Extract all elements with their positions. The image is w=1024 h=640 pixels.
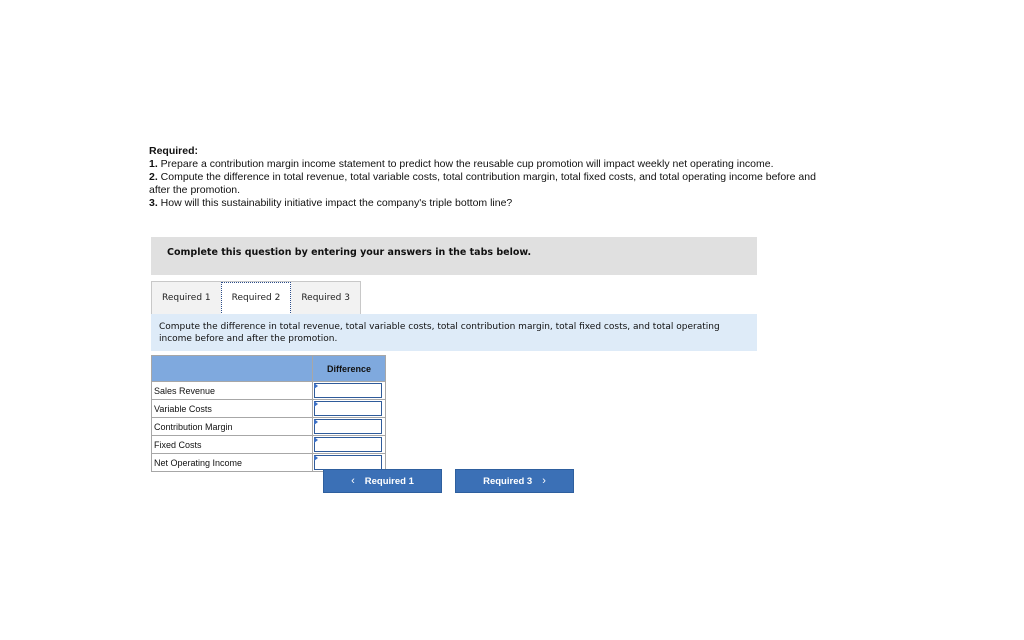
item-text: Prepare a contribution margin income sta… [157, 158, 774, 170]
value-cell [312, 381, 386, 400]
header-label-cell [151, 355, 313, 382]
input-marker-icon [314, 419, 318, 425]
sales-revenue-difference-input[interactable] [314, 383, 382, 398]
value-cell [312, 435, 386, 454]
instruction-text: Compute the difference in total revenue,… [159, 322, 720, 344]
required-item-1: 1. Prepare a contribution margin income … [149, 158, 819, 171]
instructions-banner: Complete this question by entering your … [151, 237, 757, 275]
input-marker-icon [314, 383, 318, 389]
input-marker-icon [314, 401, 318, 407]
value-cell [312, 399, 386, 418]
variable-costs-difference-input[interactable] [314, 401, 382, 416]
row-label-net-operating-income: Net Operating Income [151, 453, 313, 472]
tab-required-3[interactable]: Required 3 [291, 282, 360, 315]
required-item-2: 2. Compute the difference in total reven… [149, 171, 819, 197]
tab-required-2[interactable]: Required 2 [220, 282, 292, 315]
table-row: Fixed Costs [151, 435, 386, 454]
row-label-sales-revenue: Sales Revenue [151, 381, 313, 400]
next-button-label: Required 3 [483, 475, 533, 487]
required-title: Required: [149, 145, 199, 157]
chevron-left-icon: ‹ [351, 475, 355, 487]
item-text: How will this sustainability initiative … [157, 197, 513, 209]
item-number: 1. [149, 158, 158, 170]
tab-bar: Required 1 Required 2 Required 3 [151, 281, 361, 315]
tab-instruction: Compute the difference in total revenue,… [151, 314, 757, 351]
fixed-costs-difference-input[interactable] [314, 437, 382, 452]
required-item-3: 3. How will this sustainability initiati… [149, 197, 819, 210]
table-row: Sales Revenue [151, 381, 386, 400]
input-marker-icon [314, 455, 318, 461]
next-required-3-button[interactable]: Required 3 › [455, 469, 574, 493]
item-number: 3. [149, 197, 158, 209]
header-difference: Difference [312, 355, 386, 382]
item-number: 2. [149, 171, 158, 183]
row-label-contribution-margin: Contribution Margin [151, 417, 313, 436]
row-label-variable-costs: Variable Costs [151, 399, 313, 418]
table-row: Variable Costs [151, 399, 386, 418]
prev-required-1-button[interactable]: ‹ Required 1 [323, 469, 442, 493]
difference-table: Difference Sales Revenue Variable Costs … [151, 355, 386, 472]
tab-required-1[interactable]: Required 1 [152, 282, 221, 315]
table-header-row: Difference [151, 355, 386, 382]
required-instructions: Required: 1. Prepare a contribution marg… [149, 145, 819, 210]
value-cell [312, 417, 386, 436]
input-marker-icon [314, 437, 318, 443]
row-label-fixed-costs: Fixed Costs [151, 435, 313, 454]
contribution-margin-difference-input[interactable] [314, 419, 382, 434]
prev-button-label: Required 1 [364, 475, 414, 487]
net-operating-income-difference-input[interactable] [314, 455, 382, 470]
table-row: Contribution Margin [151, 417, 386, 436]
item-text: Compute the difference in total revenue,… [149, 171, 816, 196]
chevron-right-icon: › [542, 475, 546, 487]
banner-text: Complete this question by entering your … [167, 247, 532, 258]
